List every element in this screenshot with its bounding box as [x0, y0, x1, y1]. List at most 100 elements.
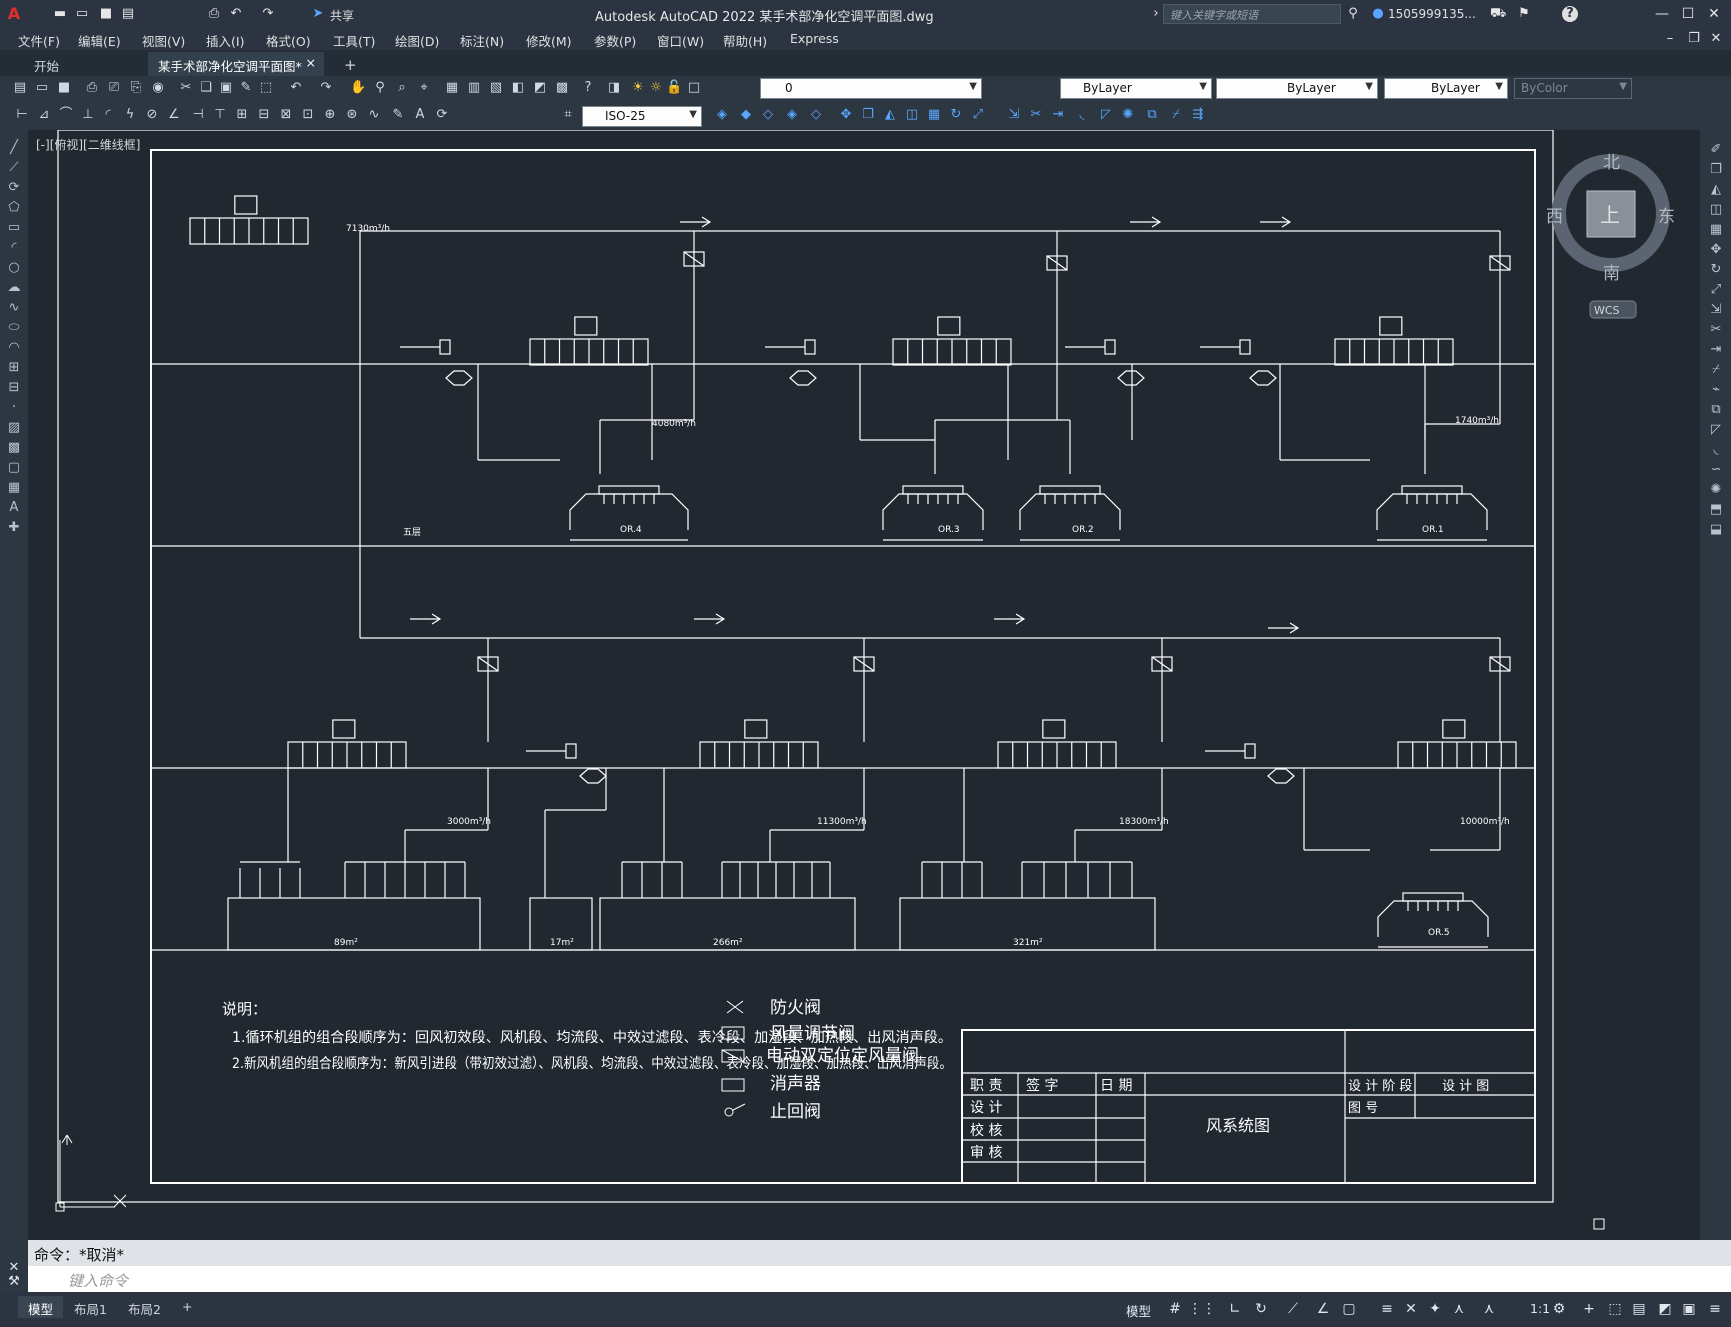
- offset-icon[interactable]: ◫: [904, 107, 920, 123]
- inspect-icon[interactable]: ⊛: [344, 107, 360, 123]
- blend-tool-icon[interactable]: ∽: [1708, 462, 1724, 478]
- user-name[interactable]: 1505999135...: [1388, 7, 1476, 21]
- aligned-dim-icon[interactable]: ⊿: [36, 107, 52, 123]
- open-icon[interactable]: ▭: [74, 6, 90, 22]
- arc-icon[interactable]: ◜: [6, 240, 22, 256]
- tab-close-icon[interactable]: ×: [306, 55, 316, 70]
- doc-close-icon[interactable]: ✕: [1708, 31, 1724, 47]
- copy-obj-icon[interactable]: ❐: [860, 107, 876, 123]
- menu-format[interactable]: 格式(O): [266, 31, 311, 50]
- menu-parametric[interactable]: 参数(P): [594, 31, 636, 50]
- ortho-icon[interactable]: ∟: [1226, 1300, 1244, 1318]
- trim-icon[interactable]: ✂: [1028, 107, 1044, 123]
- mleader-icon[interactable]: ◆: [738, 107, 754, 123]
- join-icon[interactable]: ⧉: [1144, 107, 1160, 123]
- autocad-logo-icon[interactable]: A: [6, 6, 22, 22]
- plotstyle-dropdown[interactable]: ByColor ▼: [1514, 78, 1632, 99]
- rectangle-icon[interactable]: ▭: [6, 220, 22, 236]
- tolerance-icon[interactable]: ⊡: [300, 107, 316, 123]
- layer-state-icon[interactable]: ☀: [630, 80, 646, 96]
- hatch-icon[interactable]: ▨: [6, 420, 22, 436]
- paste-icon[interactable]: ▣: [218, 80, 234, 96]
- plot-preview-icon[interactable]: ⎚: [106, 80, 122, 96]
- menu-dimension[interactable]: 标注(N): [460, 31, 504, 50]
- tool-palette-icon[interactable]: ▧: [488, 80, 504, 96]
- zoom-window-icon[interactable]: ⌕: [394, 80, 410, 96]
- layer-dropdown[interactable]: 0 ▼: [760, 78, 982, 99]
- isodraft-icon[interactable]: ⟋: [1284, 1300, 1302, 1318]
- open-file-icon[interactable]: ▭: [34, 80, 50, 96]
- fillet-icon[interactable]: ◟: [1074, 107, 1090, 123]
- undo-icon[interactable]: ↶: [288, 80, 304, 96]
- extend-icon[interactable]: ⇥: [1050, 107, 1066, 123]
- group-tool-icon[interactable]: ⬓: [1708, 522, 1724, 538]
- lock-icon[interactable]: 🔓: [666, 80, 682, 96]
- dim-update-icon[interactable]: ⟳: [434, 107, 450, 123]
- selection-cycling-icon[interactable]: ✦: [1426, 1300, 1444, 1318]
- break-point-tool-icon[interactable]: ⌿: [1708, 362, 1724, 378]
- chamfer-tool-icon[interactable]: ◸: [1708, 422, 1724, 438]
- space-icon[interactable]: ⊟: [256, 107, 272, 123]
- redo-icon[interactable]: ↷: [318, 80, 334, 96]
- color-dropdown[interactable]: ByLayer ▼: [1060, 78, 1212, 99]
- maximize-button[interactable]: ☐: [1677, 4, 1699, 24]
- pan-icon[interactable]: ✋: [350, 80, 366, 96]
- share-button[interactable]: 共享: [330, 7, 354, 24]
- arc-length-icon[interactable]: ⌒: [58, 107, 74, 123]
- user-icon[interactable]: ●: [1370, 6, 1386, 22]
- units-icon[interactable]: ⬚: [1606, 1300, 1624, 1318]
- gradient-icon[interactable]: ▩: [6, 440, 22, 456]
- polar-icon[interactable]: ↻: [1252, 1300, 1270, 1318]
- break-tool-icon[interactable]: ⌁: [1708, 382, 1724, 398]
- publish-icon[interactable]: ⎘: [128, 80, 144, 96]
- quick-props-icon[interactable]: ▤: [1630, 1300, 1648, 1318]
- add-layout-button[interactable]: +: [172, 1296, 202, 1318]
- isolate-icon[interactable]: ◩: [1656, 1300, 1674, 1318]
- center-mark-icon[interactable]: ⊕: [322, 107, 338, 123]
- rotate-tool-icon[interactable]: ↻: [1708, 262, 1724, 278]
- drawing-svg[interactable]: 说明： 1.循环机组的组合段顺序为：回风初效段、风机段、均流段、中效过滤段、表冷…: [30, 130, 1698, 1240]
- block-editor-icon[interactable]: ⬚: [258, 80, 274, 96]
- chamfer-icon[interactable]: ◸: [1098, 107, 1114, 123]
- move-icon[interactable]: ✥: [838, 107, 854, 123]
- continue-icon[interactable]: ⊞: [234, 107, 250, 123]
- draworder-tool-icon[interactable]: ⬒: [1708, 502, 1724, 518]
- search-icon[interactable]: ⚲: [1345, 6, 1361, 22]
- copy-tool-icon[interactable]: ❐: [1708, 162, 1724, 178]
- save-file-icon[interactable]: ■: [56, 80, 72, 96]
- collect-leader-icon[interactable]: ◇: [808, 107, 824, 123]
- radius-icon[interactable]: ◜: [100, 107, 116, 123]
- erase-tool-icon[interactable]: ✐: [1708, 142, 1724, 158]
- tab-layout2[interactable]: 布局2: [118, 1296, 171, 1318]
- region-icon[interactable]: ▢: [6, 460, 22, 476]
- scale-icon[interactable]: ⤢: [970, 107, 986, 123]
- minimize-button[interactable]: —: [1651, 4, 1673, 24]
- new-file-icon[interactable]: ▤: [12, 80, 28, 96]
- annotation-visibility-icon[interactable]: ⋏: [1450, 1300, 1468, 1318]
- dim-edit-icon[interactable]: ✎: [390, 107, 406, 123]
- menu-modify[interactable]: 修改(M): [526, 31, 572, 50]
- exchange-icon[interactable]: ⚑: [1516, 6, 1532, 22]
- revcloud-icon[interactable]: ☁: [6, 280, 22, 296]
- plot-icon[interactable]: ⎙: [84, 80, 100, 96]
- model-space-button[interactable]: 模型: [1126, 1301, 1151, 1320]
- menu-file[interactable]: 文件(F): [18, 31, 60, 50]
- cart-icon[interactable]: ⛟: [1490, 6, 1506, 22]
- align-leader-icon[interactable]: ◈: [784, 107, 800, 123]
- layer-color-icon[interactable]: □: [686, 80, 702, 96]
- properties-icon[interactable]: ▦: [444, 80, 460, 96]
- extend-tool-icon[interactable]: ⇥: [1708, 342, 1724, 358]
- cut-icon[interactable]: ✂: [178, 80, 194, 96]
- calc-icon[interactable]: ▩: [554, 80, 570, 96]
- angular-icon[interactable]: ∠: [166, 107, 182, 123]
- undo-icon[interactable]: ↶: [228, 6, 244, 22]
- save-icon[interactable]: ■: [98, 6, 114, 22]
- linetype-dropdown[interactable]: ByLayer ▼: [1216, 78, 1378, 99]
- break-icon[interactable]: ⊠: [278, 107, 294, 123]
- dimstyle-manager-icon[interactable]: ◈: [714, 107, 730, 123]
- mirror-tool-icon[interactable]: ◭: [1708, 182, 1724, 198]
- point-icon[interactable]: ·: [6, 400, 22, 416]
- redo-icon[interactable]: ↷: [260, 6, 276, 22]
- doc-minimize-icon[interactable]: –: [1662, 31, 1678, 47]
- doc-restore-icon[interactable]: ❐: [1686, 31, 1702, 47]
